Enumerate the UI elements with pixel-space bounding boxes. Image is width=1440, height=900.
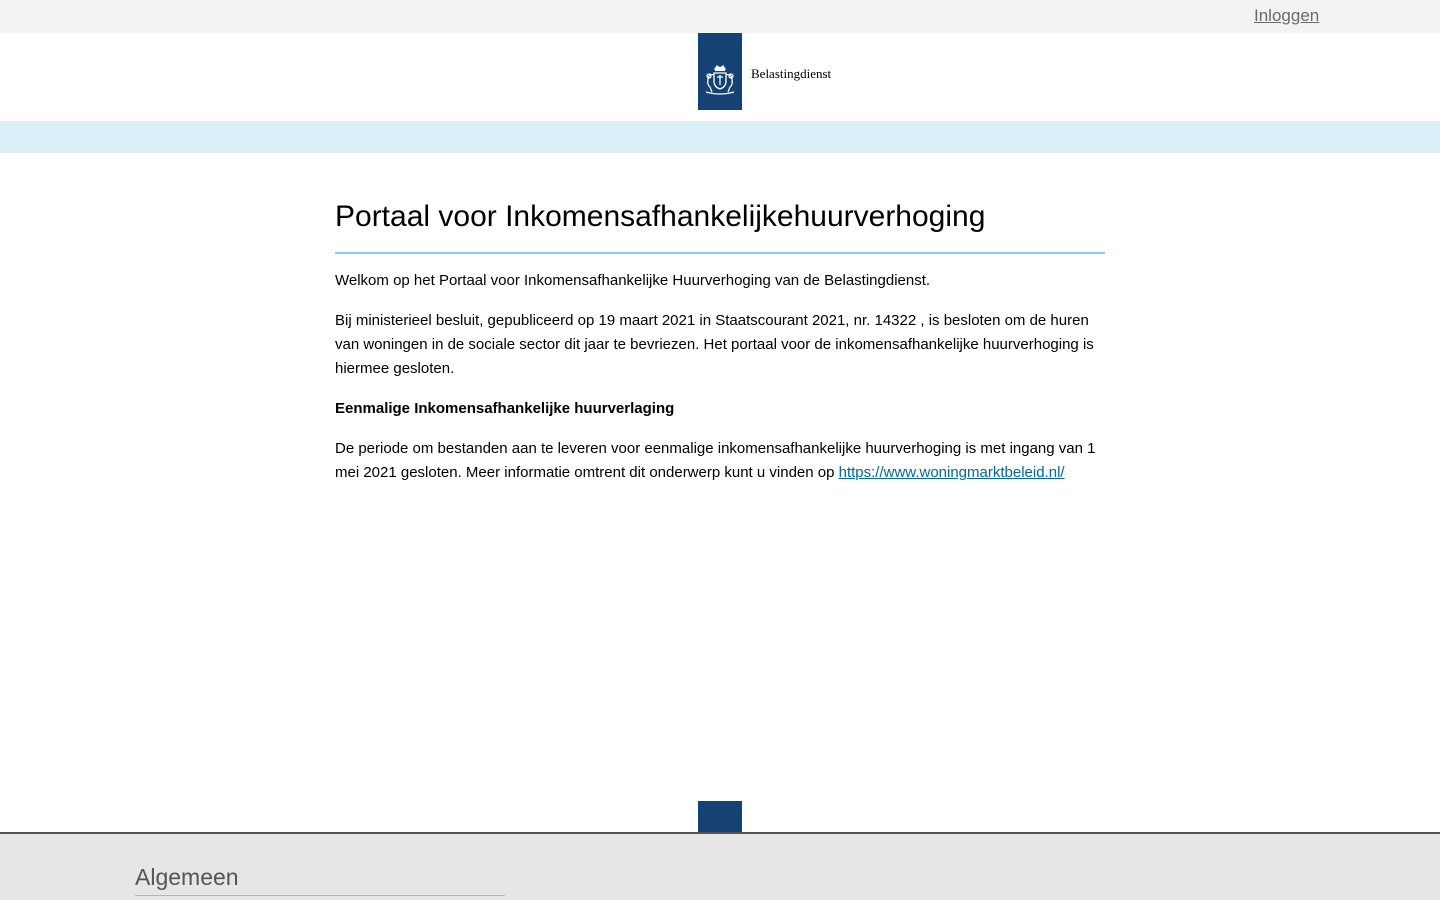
footer-heading-general: Algemeen [135,862,505,896]
section-subheading: Eenmalige Inkomensafhankelijke huurverla… [335,400,675,417]
welcome-paragraph: Welkom op het Portaal voor Inkomensafhan… [335,272,931,289]
footer: Algemeen [0,832,1440,900]
coat-of-arms-icon [705,65,735,95]
period-paragraph: De periode om bestanden aan te leveren v… [335,437,1105,485]
login-link[interactable]: Inloggen [1254,5,1319,27]
top-bar: Inloggen [0,0,1440,33]
decision-paragraph: Bij ministerieel besluit, gepubliceerd o… [335,312,1094,377]
navigation-band [0,121,1440,153]
page-title: Portaal voor Inkomensafhankelijkehuurver… [335,196,1105,254]
woningmarktbeleid-link[interactable]: https://www.woningmarktbeleid.nl/ [839,464,1065,481]
logo-ribbon[interactable] [698,33,742,110]
logo-wordmark[interactable]: Belastingdienst [751,66,831,82]
main-content: Portaal voor Inkomensafhankelijkehuurver… [335,196,1105,485]
footer-logo-tab [698,801,742,832]
